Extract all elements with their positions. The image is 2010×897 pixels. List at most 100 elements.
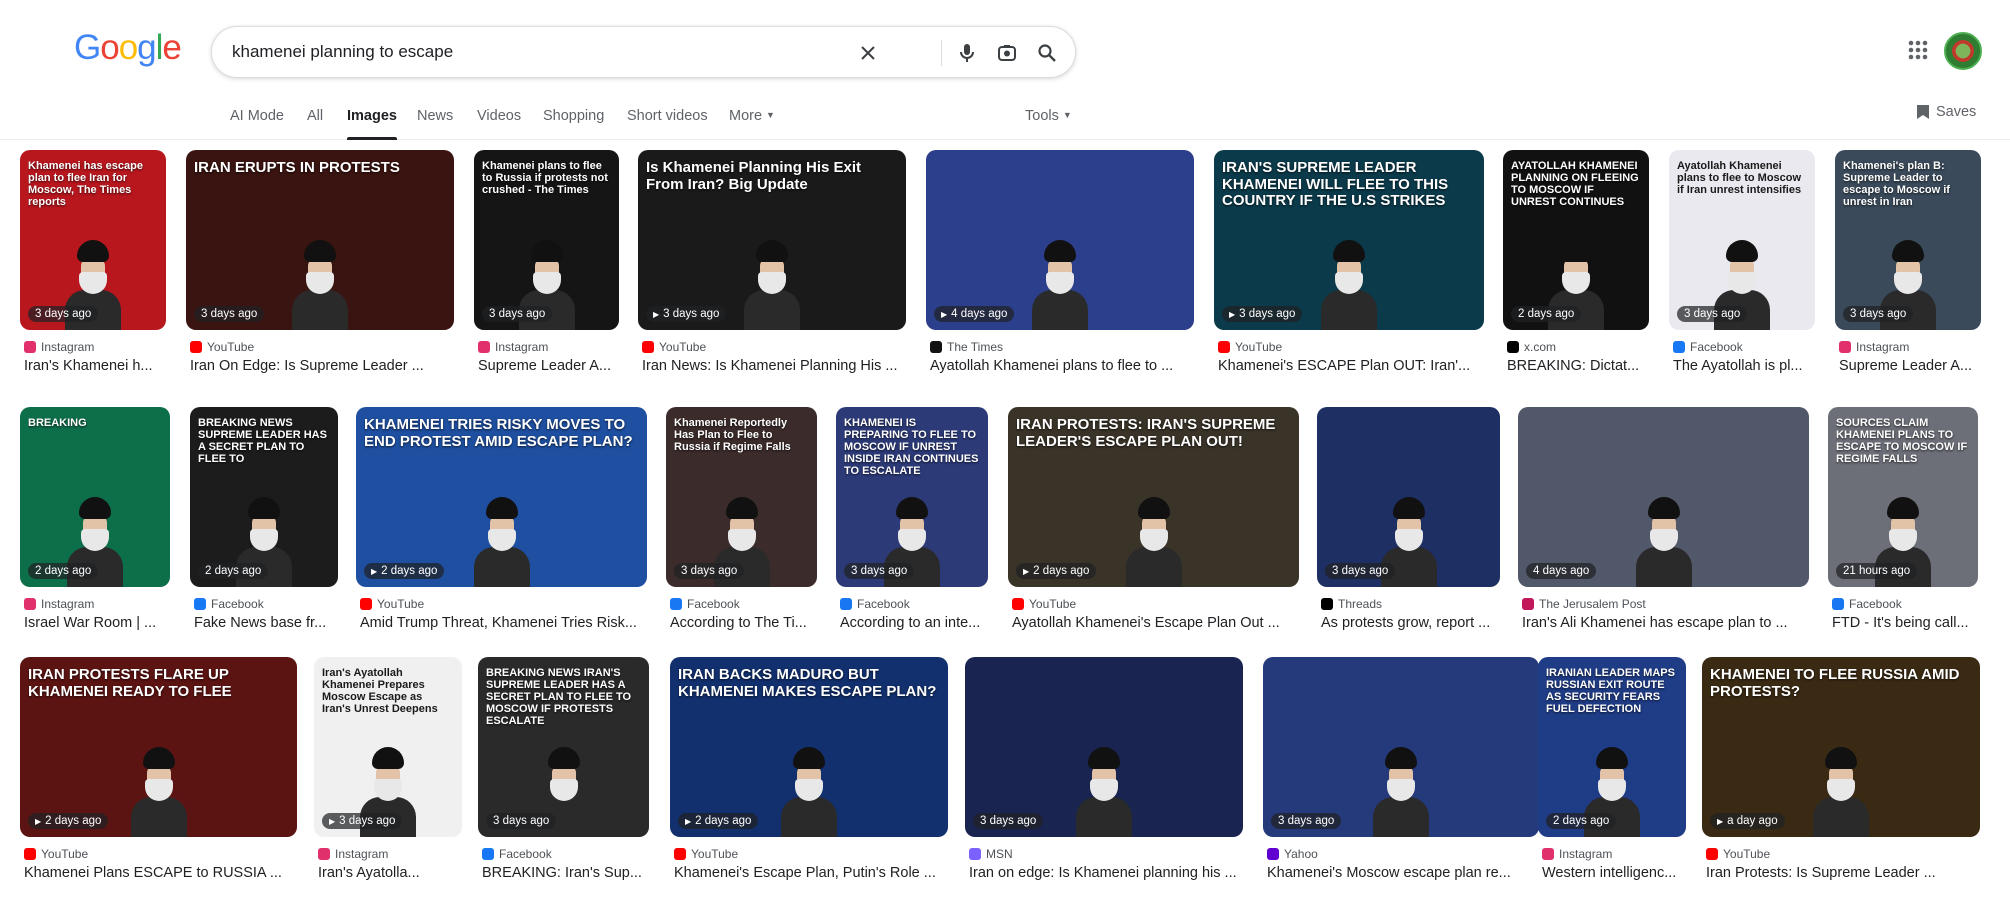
result-source[interactable]: YouTube: [674, 847, 738, 861]
image-result[interactable]: 3 days ago Yahoo Khamenei's Moscow escape …: [1263, 657, 1539, 897]
result-source[interactable]: Instagram: [1839, 340, 1909, 354]
result-title[interactable]: Khamenei's Moscow escape plan re...: [1267, 865, 1539, 881]
result-source[interactable]: Instagram: [318, 847, 388, 861]
result-title[interactable]: Israel War Room | ...: [24, 615, 170, 631]
result-title[interactable]: Ayatollah Khamenei plans to flee to ...: [930, 358, 1194, 374]
result-source[interactable]: Facebook: [1673, 340, 1743, 354]
result-source[interactable]: YouTube: [1012, 597, 1076, 611]
image-result[interactable]: Khamenei's plan B: Supreme Leader to esc…: [1835, 150, 1981, 390]
saves-button[interactable]: Saves: [1916, 104, 1976, 120]
result-title[interactable]: Western intelligenc...: [1542, 865, 1686, 881]
mic-icon[interactable]: [954, 40, 980, 66]
image-result[interactable]: KHAMENEI IS PREPARING TO FLEE TO MOSCOW …: [836, 407, 988, 647]
result-thumbnail[interactable]: Khamenei Reportedly Has Plan to Flee to …: [666, 407, 817, 587]
result-title[interactable]: Ayatollah Khamenei's Escape Plan Out ...: [1012, 615, 1299, 631]
result-source[interactable]: Instagram: [1542, 847, 1612, 861]
result-thumbnail[interactable]: SOURCES CLAIM KHAMENEI PLANS TO ESCAPE T…: [1828, 407, 1978, 587]
image-result[interactable]: SOURCES CLAIM KHAMENEI PLANS TO ESCAPE T…: [1828, 407, 1978, 647]
result-source[interactable]: YouTube: [24, 847, 88, 861]
result-source[interactable]: Instagram: [478, 340, 548, 354]
tab-shopping[interactable]: Shopping: [543, 108, 604, 140]
tools-button[interactable]: Tools ▼: [1025, 108, 1072, 140]
result-source[interactable]: Instagram: [24, 340, 94, 354]
result-thumbnail[interactable]: KHAMENEI IS PREPARING TO FLEE TO MOSCOW …: [836, 407, 988, 587]
google-logo[interactable]: Google: [74, 28, 182, 68]
result-thumbnail[interactable]: BREAKING NEWS IRAN'S SUPREME LEADER HAS …: [478, 657, 649, 837]
image-result[interactable]: Is Khamenei Planning His Exit From Iran?…: [638, 150, 906, 390]
result-thumbnail[interactable]: AYATOLLAH KHAMENEI PLANNING ON FLEEING T…: [1503, 150, 1649, 330]
result-source[interactable]: MSN: [969, 847, 1013, 861]
result-thumbnail[interactable]: BREAKING 2 days ago: [20, 407, 170, 587]
result-source[interactable]: YouTube: [1706, 847, 1770, 861]
image-result[interactable]: ▶ 4 days ago The Times Ayatollah Khamenei p…: [926, 150, 1194, 390]
image-result[interactable]: IRAN BACKS MADURO BUT KHAMENEI MAKES ESC…: [670, 657, 948, 897]
search-icon[interactable]: [1034, 40, 1060, 66]
result-title[interactable]: As protests grow, report ...: [1321, 615, 1500, 631]
image-result[interactable]: BREAKING NEWS IRAN'S SUPREME LEADER HAS …: [478, 657, 649, 897]
result-title[interactable]: FTD - It's being call...: [1832, 615, 1978, 631]
image-result[interactable]: 3 days ago MSN Iran on edge: Is Khamenei p…: [965, 657, 1243, 897]
tab-more[interactable]: More ▼: [729, 108, 775, 140]
search-box[interactable]: khamenei planning to escape: [211, 26, 1076, 78]
image-result[interactable]: KHAMENEI TO FLEE RUSSIA AMID PROTESTS? ▶ a…: [1702, 657, 1980, 897]
result-title[interactable]: Supreme Leader A...: [478, 358, 619, 374]
result-source[interactable]: The Times: [930, 340, 1003, 354]
tab-images[interactable]: Images: [347, 108, 397, 140]
result-source[interactable]: YouTube: [642, 340, 706, 354]
result-title[interactable]: Khamenei's ESCAPE Plan OUT: Iran'...: [1218, 358, 1484, 374]
result-title[interactable]: Amid Trump Threat, Khamenei Tries Risk..…: [360, 615, 647, 631]
result-source[interactable]: Facebook: [194, 597, 264, 611]
search-input[interactable]: khamenei planning to escape: [232, 42, 453, 62]
image-result[interactable]: IRAN PROTESTS FLARE UP KHAMENEI READY TO…: [20, 657, 297, 897]
result-title[interactable]: Iran On Edge: Is Supreme Leader ...: [190, 358, 454, 374]
image-result[interactable]: BREAKING 2 days ago Instagram Israel War Ro…: [20, 407, 170, 647]
tab-videos[interactable]: Videos: [477, 108, 521, 140]
result-title[interactable]: Fake News base fr...: [194, 615, 338, 631]
result-thumbnail[interactable]: Khamenei's plan B: Supreme Leader to esc…: [1835, 150, 1981, 330]
result-source[interactable]: YouTube: [190, 340, 254, 354]
result-thumbnail[interactable]: 3 days ago: [1317, 407, 1500, 587]
result-thumbnail[interactable]: Is Khamenei Planning His Exit From Iran?…: [638, 150, 906, 330]
result-title[interactable]: According to The Ti...: [670, 615, 817, 631]
result-source[interactable]: Yahoo: [1267, 847, 1318, 861]
result-thumbnail[interactable]: KHAMENEI TRIES RISKY MOVES TO END PROTES…: [356, 407, 647, 587]
close-icon[interactable]: [855, 40, 881, 66]
image-result[interactable]: IRAN'S SUPREME LEADER KHAMENEI WILL FLEE…: [1214, 150, 1484, 390]
result-thumbnail[interactable]: 3 days ago: [1263, 657, 1539, 837]
result-source[interactable]: Instagram: [24, 597, 94, 611]
result-thumbnail[interactable]: KHAMENEI TO FLEE RUSSIA AMID PROTESTS? ▶ a…: [1702, 657, 1980, 837]
tab-short-videos[interactable]: Short videos: [627, 108, 708, 140]
tab-all[interactable]: All: [307, 108, 323, 140]
result-source[interactable]: Facebook: [482, 847, 552, 861]
result-thumbnail[interactable]: 4 days ago: [1518, 407, 1809, 587]
result-source[interactable]: The Jerusalem Post: [1522, 597, 1646, 611]
result-title[interactable]: Iran's Ayatolla...: [318, 865, 462, 881]
result-title[interactable]: Iran's Khamenei h...: [24, 358, 166, 374]
result-thumbnail[interactable]: BREAKING NEWS SUPREME LEADER HAS A SECRE…: [190, 407, 338, 587]
image-result[interactable]: 4 days ago The Jerusalem Post Iran's Ali K…: [1518, 407, 1809, 647]
image-result[interactable]: IRAN ERUPTS IN PROTESTS 3 days ago YouTube…: [186, 150, 454, 390]
image-result[interactable]: Khamenei plans to flee to Russia if prot…: [474, 150, 619, 390]
result-source[interactable]: Facebook: [1832, 597, 1902, 611]
account-avatar[interactable]: [1944, 32, 1982, 70]
image-result[interactable]: IRANIAN LEADER MAPS RUSSIAN EXIT ROUTE A…: [1538, 657, 1686, 897]
result-source[interactable]: Threads: [1321, 597, 1382, 611]
result-title[interactable]: Iran's Ali Khamenei has escape plan to .…: [1522, 615, 1809, 631]
result-thumbnail[interactable]: IRAN ERUPTS IN PROTESTS 3 days ago: [186, 150, 454, 330]
image-result[interactable]: Khamenei Reportedly Has Plan to Flee to …: [666, 407, 817, 647]
result-title[interactable]: BREAKING: Dictat...: [1507, 358, 1649, 374]
result-thumbnail[interactable]: 3 days ago: [965, 657, 1243, 837]
result-title[interactable]: Iran Protests: Is Supreme Leader ...: [1706, 865, 1980, 881]
result-title[interactable]: BREAKING: Iran's Sup...: [482, 865, 649, 881]
result-thumbnail[interactable]: IRAN'S SUPREME LEADER KHAMENEI WILL FLEE…: [1214, 150, 1484, 330]
image-result[interactable]: 3 days ago Threads As protests grow, repor…: [1317, 407, 1500, 647]
result-title[interactable]: According to an inte...: [840, 615, 988, 631]
result-thumbnail[interactable]: Iran's Ayatollah Khamenei Prepares Mosco…: [314, 657, 462, 837]
image-result[interactable]: Khamenei has escape plan to flee Iran fo…: [20, 150, 166, 390]
result-title[interactable]: Khamenei Plans ESCAPE to RUSSIA ...: [24, 865, 297, 881]
result-source[interactable]: YouTube: [360, 597, 424, 611]
result-title[interactable]: Iran on edge: Is Khamenei planning his .…: [969, 865, 1243, 881]
result-thumbnail[interactable]: Ayatollah Khamenei plans to flee to Mosc…: [1669, 150, 1815, 330]
image-result[interactable]: BREAKING NEWS SUPREME LEADER HAS A SECRE…: [190, 407, 338, 647]
result-title[interactable]: Supreme Leader A...: [1839, 358, 1981, 374]
